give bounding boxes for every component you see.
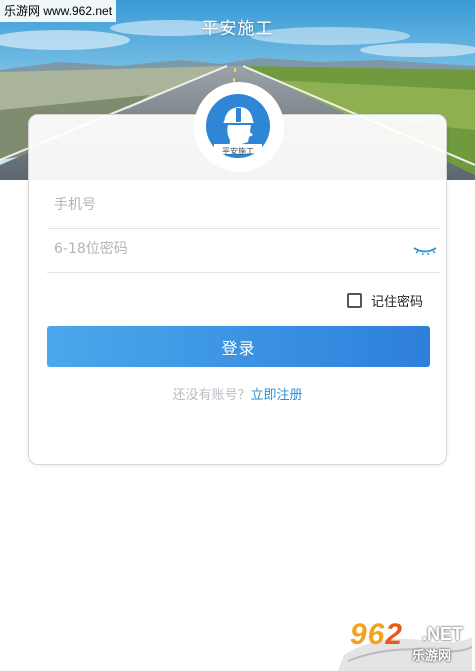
register-row: 还没有账号？立即注册 <box>0 384 475 403</box>
watermark-suffix: .NET <box>422 624 464 644</box>
password-input[interactable] <box>47 229 384 269</box>
phone-field[interactable] <box>47 185 440 229</box>
remember-password-toggle[interactable]: 记住密码 <box>347 290 423 310</box>
remember-checkbox[interactable] <box>347 292 362 308</box>
register-prompt: 还没有账号？ <box>172 388 251 403</box>
page-title: 平安施工 <box>201 19 274 39</box>
watermark-brand-number: 96 <box>350 618 386 651</box>
watermark-site-name: 乐游网 <box>412 649 452 664</box>
watermark-brand-number-accent: 2 <box>385 618 404 651</box>
eye-closed-icon[interactable] <box>412 243 438 257</box>
watermark-brand: 962 <box>350 618 403 652</box>
login-button[interactable]: 登录 <box>47 326 430 367</box>
register-link[interactable]: 立即注册 <box>251 388 303 403</box>
logo-label: 平安施工 <box>222 147 254 156</box>
phone-input[interactable] <box>47 185 384 225</box>
password-field[interactable] <box>47 229 440 273</box>
remember-label: 记住密码 <box>371 294 424 310</box>
